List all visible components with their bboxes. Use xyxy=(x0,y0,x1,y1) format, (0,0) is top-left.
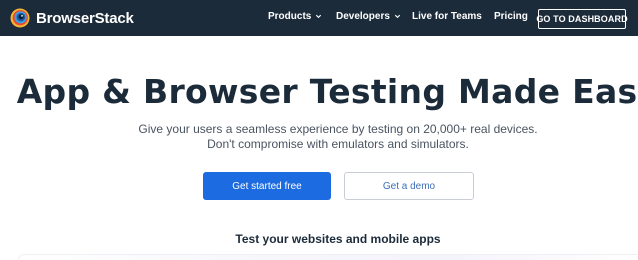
nav-item-label: Developers xyxy=(336,11,390,22)
nav-item-pricing[interactable]: Pricing xyxy=(494,11,528,22)
hero-subtitle-line-2: Don't compromise with emulators and simu… xyxy=(207,137,469,151)
nav-item-label: Pricing xyxy=(494,11,528,22)
nav-item-live-for-teams[interactable]: Live for Teams xyxy=(412,11,482,22)
hero-title: App & Browser Testing Made Easy xyxy=(16,72,638,111)
get-started-free-button[interactable]: Get started free xyxy=(203,172,331,200)
nav-item-label: Live for Teams xyxy=(412,11,482,22)
product-card-strip xyxy=(18,254,638,260)
nav-item-products[interactable]: Products xyxy=(268,11,322,22)
go-to-dashboard-button[interactable]: GO TO DASHBOARD xyxy=(536,9,628,29)
chevron-down-icon xyxy=(316,14,322,19)
nav-item-developers[interactable]: Developers xyxy=(336,11,401,22)
section-heading: Test your websites and mobile apps xyxy=(235,232,441,246)
nav-item-label: Products xyxy=(268,11,312,22)
hero-subtitle-line-1: Give your users a seamless experience by… xyxy=(138,122,538,136)
top-navbar: BrowserStack Products Developers Live fo… xyxy=(0,0,638,36)
chevron-down-icon xyxy=(394,14,401,19)
get-a-demo-button[interactable]: Get a demo xyxy=(344,172,474,200)
